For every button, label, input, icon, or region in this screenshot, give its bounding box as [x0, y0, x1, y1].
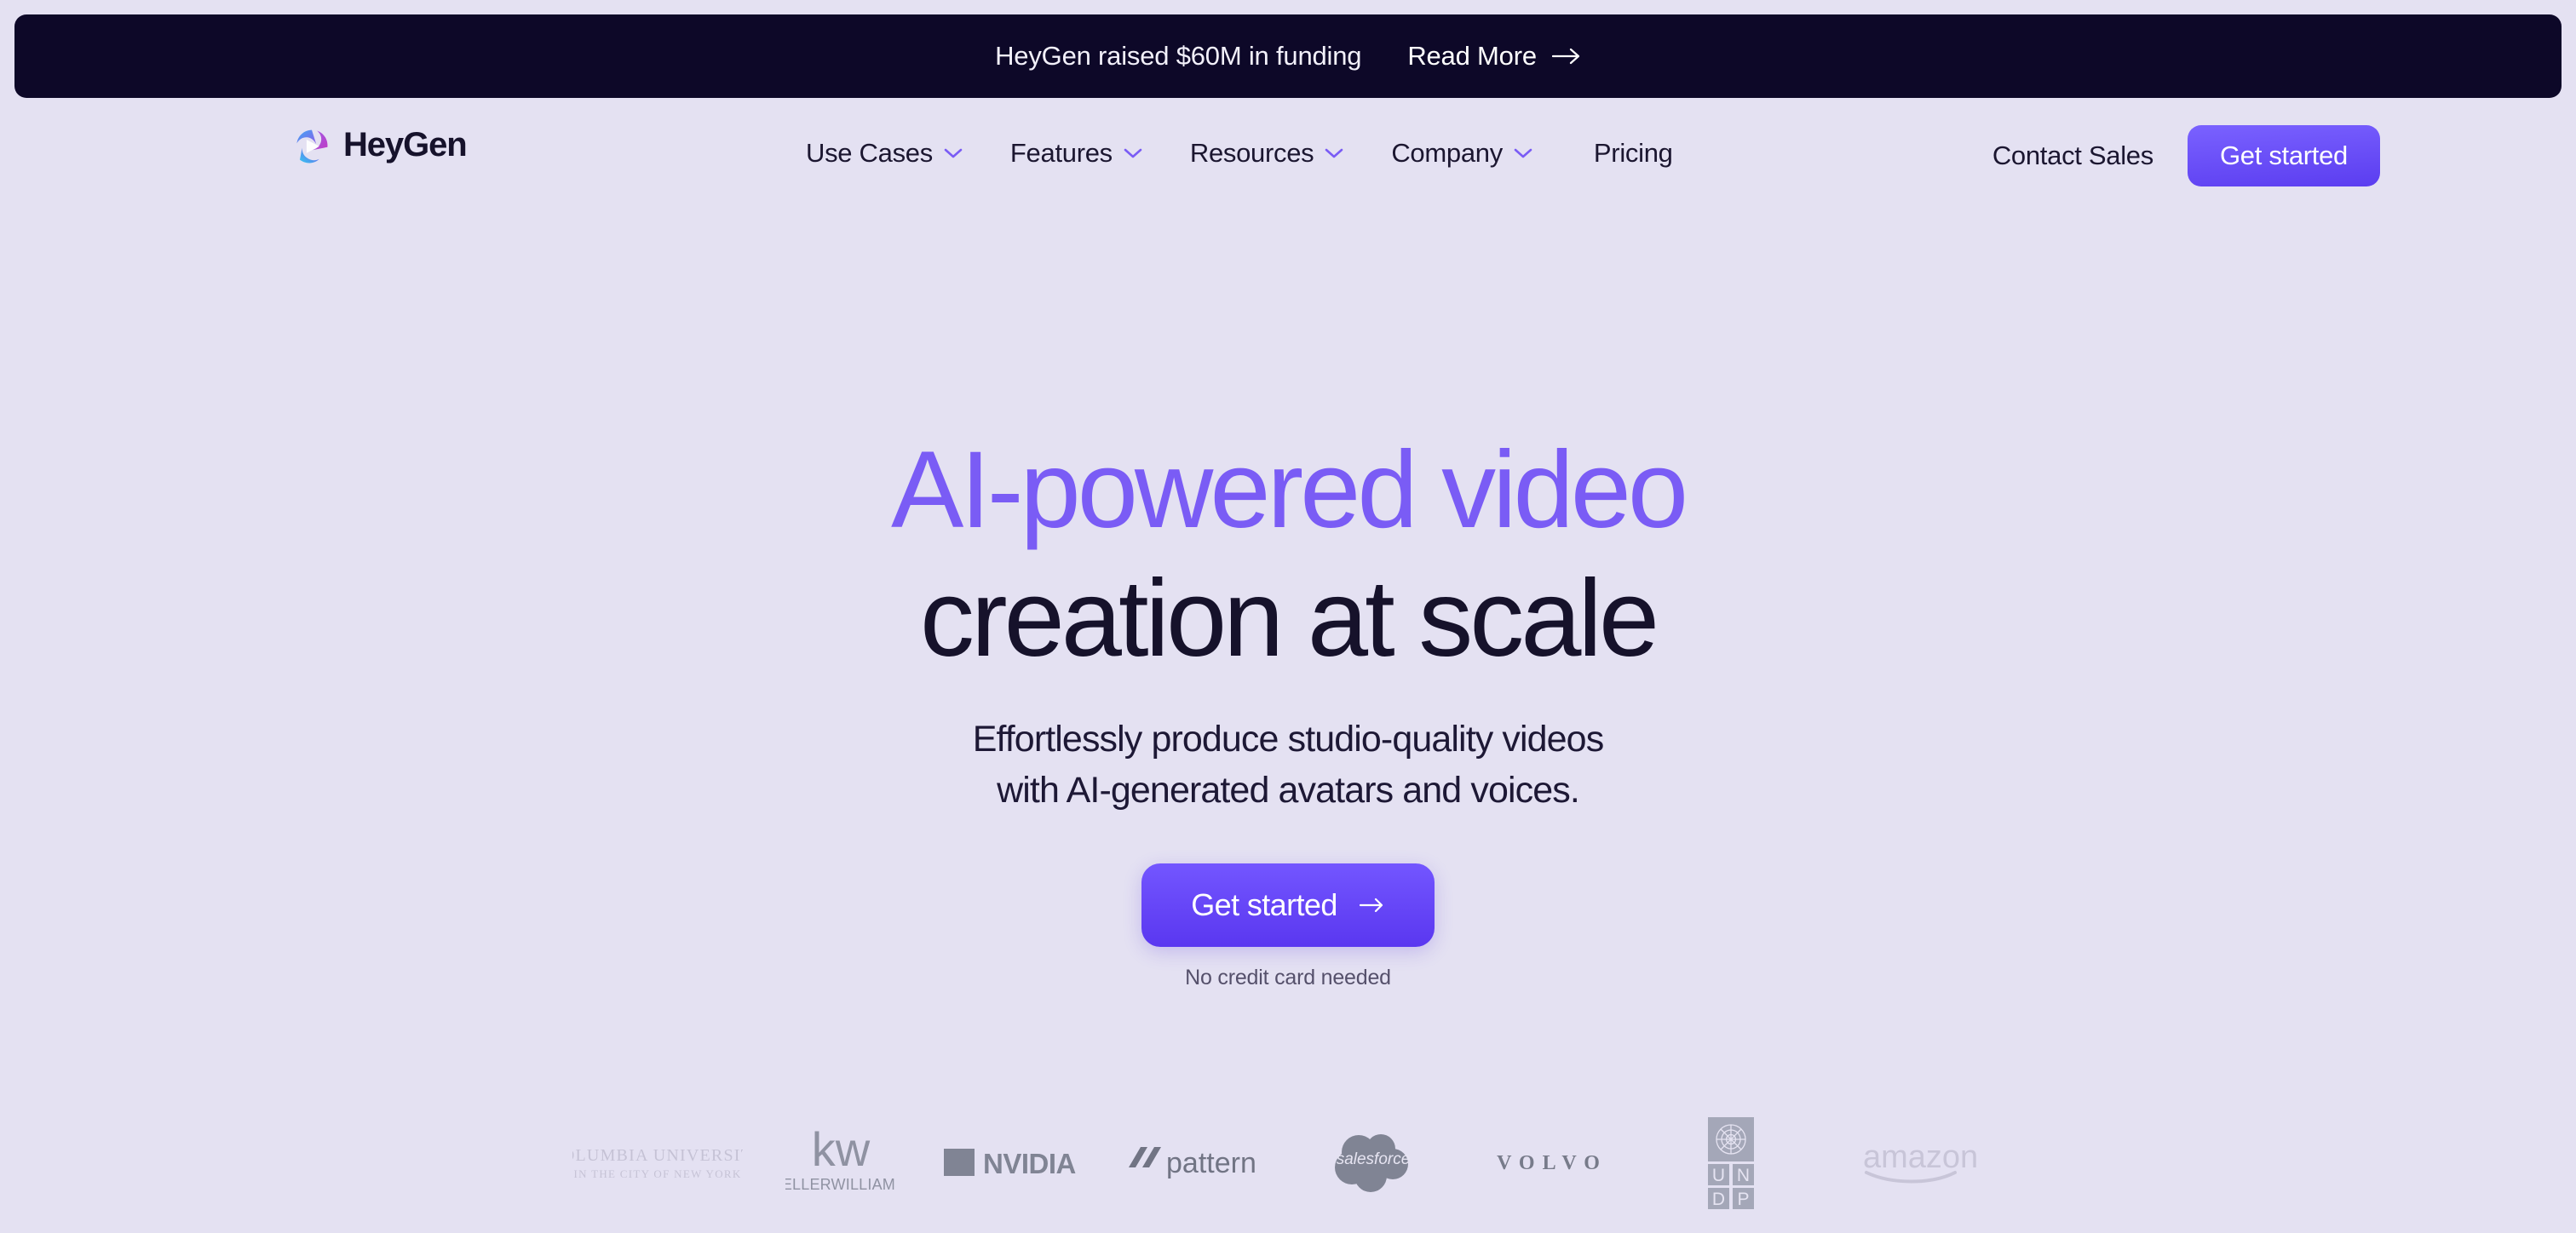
nav-item-resources[interactable]: Resources — [1190, 138, 1343, 169]
nav-item-use-cases[interactable]: Use Cases — [806, 138, 963, 169]
read-more-label: Read More — [1407, 41, 1537, 71]
svg-text:U: U — [1712, 1166, 1725, 1185]
nvidia-logo: NVIDIA — [944, 1148, 1076, 1179]
read-more-link[interactable]: Read More — [1407, 41, 1581, 72]
svg-text:IN THE CITY OF NEW YORK: IN THE CITY OF NEW YORK — [573, 1167, 741, 1180]
svg-text:KELLERWILLIAMS.: KELLERWILLIAMS. — [785, 1176, 896, 1193]
hero-cta-label: Get started — [1191, 887, 1337, 923]
logo-item: NVIDIA — [926, 1107, 1105, 1218]
chevron-down-icon — [1325, 148, 1343, 158]
nav-label: Company — [1391, 138, 1503, 168]
volvo-logo: VOLVO — [1497, 1152, 1607, 1174]
chevron-down-icon — [944, 148, 963, 158]
svg-text:D: D — [1712, 1190, 1725, 1209]
chevron-down-icon — [1514, 148, 1532, 158]
svg-text:salesforce: salesforce — [1337, 1150, 1411, 1168]
logo-item: UN DP — [1642, 1107, 1820, 1218]
contact-sales-link[interactable]: Contact Sales — [1992, 141, 2153, 171]
nav-label: Features — [1009, 138, 1113, 168]
pattern-logo: pattern — [1129, 1147, 1256, 1179]
logo-item: salesforce — [1284, 1107, 1463, 1218]
header-get-started-button[interactable]: Get started — [2187, 125, 2380, 186]
client-logo-strip: COLUMBIA UNIVERSITY IN THE CITY OF NEW Y… — [0, 1107, 2576, 1218]
heygen-logo[interactable]: HeyGen — [294, 126, 468, 164]
svg-text:COLUMBIA UNIVERSITY: COLUMBIA UNIVERSITY — [572, 1146, 743, 1165]
columbia-university-logo: COLUMBIA UNIVERSITY IN THE CITY OF NEW Y… — [572, 1146, 743, 1180]
hero-subheadline-line-1: Effortlessly produce studio-quality vide… — [972, 719, 1604, 760]
main-navigation: Use Cases Features Resources Company Pri… — [806, 138, 1673, 169]
svg-text:P: P — [1737, 1190, 1749, 1209]
site-header: HeyGen Use Cases Features Resources Comp… — [0, 98, 2576, 210]
svg-text:VOLVO: VOLVO — [1497, 1152, 1607, 1174]
undp-logo: UN DP — [1708, 1117, 1754, 1209]
header-actions: Contact Sales Get started — [1992, 125, 2380, 186]
arrow-right-icon — [1359, 898, 1383, 913]
nav-label: Use Cases — [806, 138, 933, 168]
hero-section: AI-powered video creation at scale Effor… — [0, 210, 2576, 990]
chevron-down-icon — [1124, 148, 1142, 158]
nav-item-features[interactable]: Features — [1010, 138, 1142, 169]
logo-item: pattern — [1105, 1107, 1284, 1218]
logo-item: VOLVO — [1463, 1107, 1642, 1218]
salesforce-logo: salesforce — [1335, 1134, 1411, 1192]
svg-text:kw: kw — [812, 1123, 871, 1176]
svg-text:NVIDIA: NVIDIA — [983, 1148, 1076, 1179]
hero-headline-line-2: creation at scale — [919, 558, 1659, 680]
heygen-logo-text: HeyGen — [343, 126, 468, 163]
hero-subheadline-line-2: with AI-generated avatars and voices. — [997, 770, 1580, 811]
nav-item-company[interactable]: Company — [1391, 138, 1532, 169]
announcement-banner: HeyGen raised $60M in funding Read More — [14, 14, 2562, 98]
announcement-text: HeyGen raised $60M in funding — [995, 41, 1362, 71]
hero-subheadline: Effortlessly produce studio-quality vide… — [973, 714, 1604, 816]
keller-williams-logo: kw KELLERWILLIAMS. — [785, 1123, 896, 1193]
hero-headline-line-1: AI-powered video — [890, 429, 1688, 551]
hero-headline: AI-powered video creation at scale — [890, 426, 1688, 683]
svg-text:pattern: pattern — [1166, 1147, 1256, 1179]
logo-item: amazon — [1820, 1107, 2016, 1218]
logo-item: kw KELLERWILLIAMS. — [756, 1107, 926, 1218]
arrow-right-icon — [1551, 48, 1579, 65]
nav-label: Resources — [1189, 138, 1314, 168]
nav-item-pricing[interactable]: Pricing — [1594, 138, 1673, 169]
heygen-swirl-logo-icon — [296, 129, 328, 163]
svg-text:N: N — [1737, 1166, 1750, 1185]
hero-get-started-button[interactable]: Get started — [1141, 863, 1435, 948]
logo-item: COLUMBIA UNIVERSITY IN THE CITY OF NEW Y… — [560, 1107, 756, 1218]
amazon-logo: amazon — [1863, 1139, 1978, 1184]
nav-label: Pricing — [1593, 138, 1673, 168]
cta-note: No credit card needed — [1185, 966, 1391, 990]
svg-text:amazon: amazon — [1863, 1139, 1978, 1175]
